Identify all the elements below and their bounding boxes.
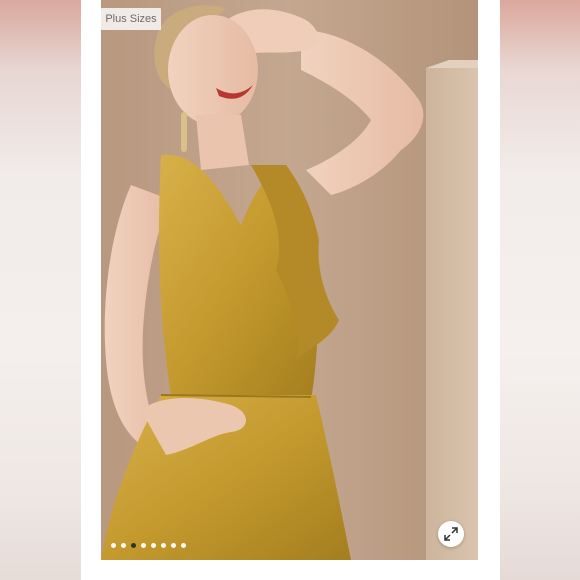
carousel-dot[interactable] [161,543,166,548]
carousel-pagination[interactable] [111,543,186,548]
carousel-dot[interactable] [151,543,156,548]
expand-button[interactable] [438,521,464,547]
expand-arrows-icon [444,527,458,541]
carousel-dot[interactable] [181,543,186,548]
carousel-dot-active[interactable] [131,543,136,548]
blurred-backdrop-right [499,0,580,580]
product-photo[interactable] [101,0,478,560]
face [168,15,258,125]
beige-panel [426,68,478,560]
earring [181,112,187,152]
carousel-dot[interactable] [141,543,146,548]
blurred-backdrop-left [0,0,81,580]
carousel-dot[interactable] [111,543,116,548]
carousel-dot[interactable] [121,543,126,548]
neck [196,115,249,170]
plus-sizes-badge: Plus Sizes [101,8,161,30]
carousel-dot[interactable] [171,543,176,548]
